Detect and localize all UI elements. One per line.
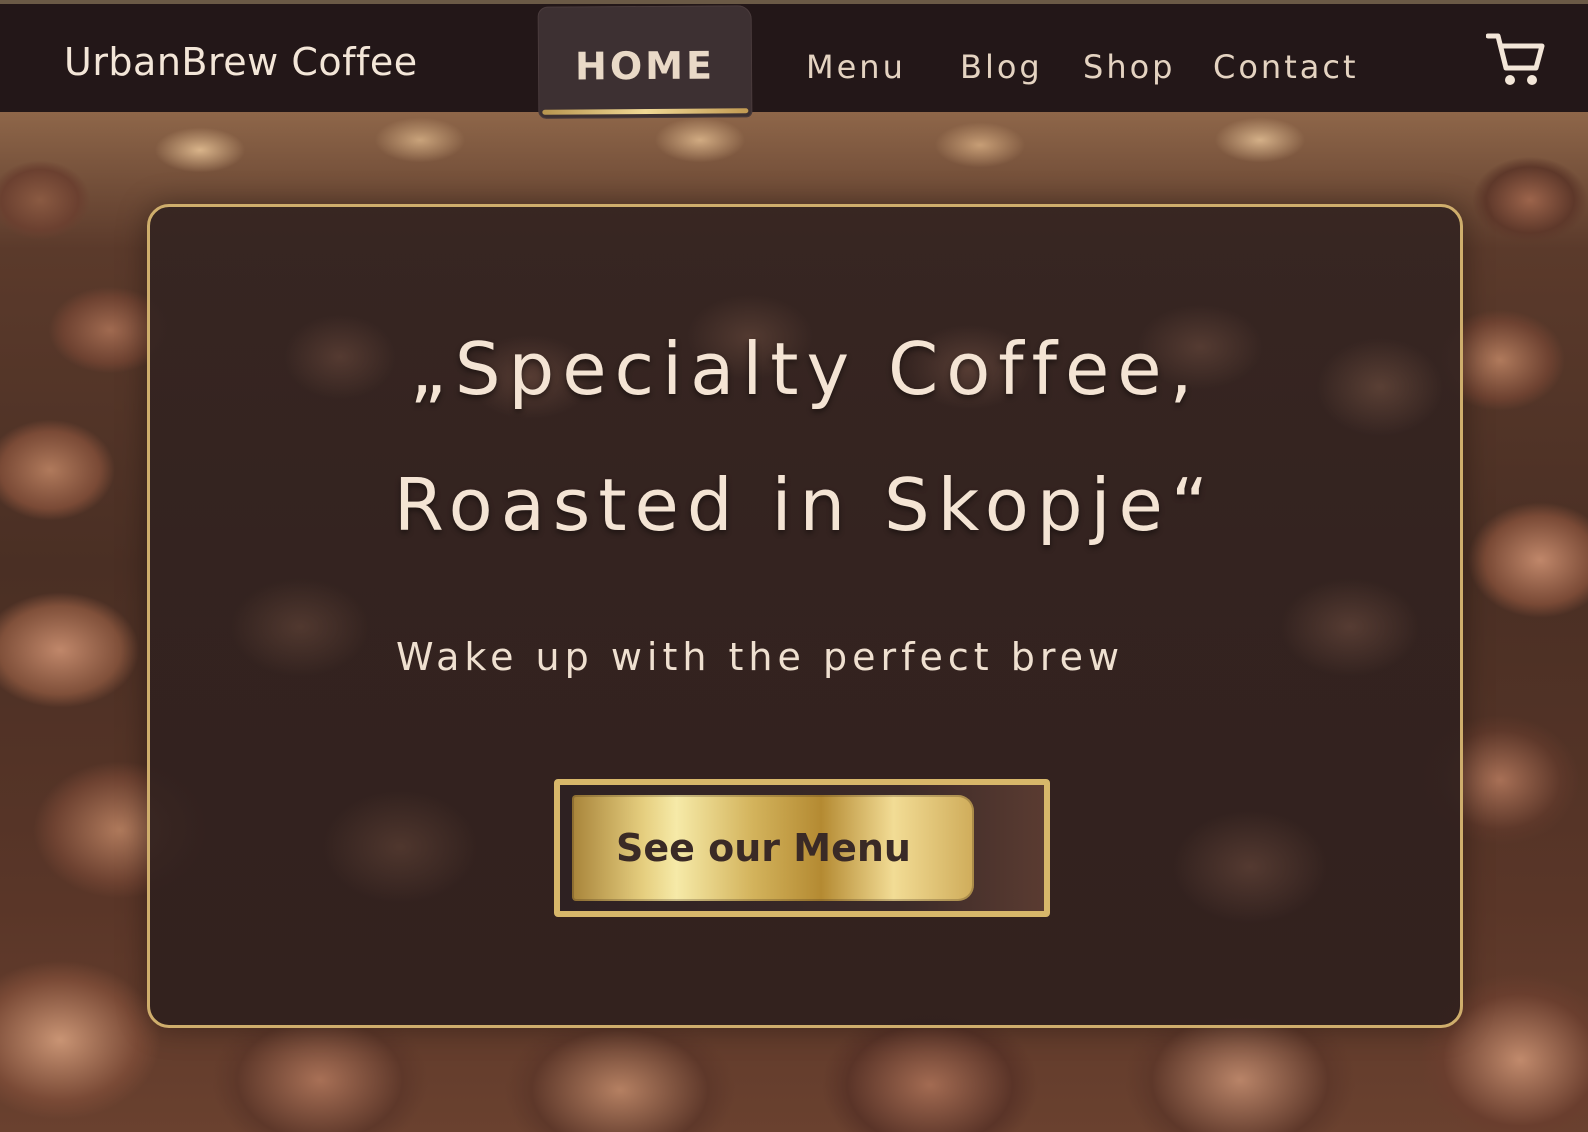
- top-navigation-bar: UrbanBrew Coffee HOME Menu Blog Shop Con…: [0, 0, 1588, 119]
- nav-item-blog[interactable]: Blog: [960, 48, 1043, 86]
- cta-button-frame: See our Menu: [554, 779, 1050, 917]
- nav-item-home[interactable]: HOME: [537, 5, 753, 119]
- brand-logo-text[interactable]: UrbanBrew Coffee: [64, 40, 418, 84]
- hero-card: „Specialty Coffee, Roasted in Skopje“ Wa…: [147, 204, 1463, 1028]
- page: UrbanBrew Coffee HOME Menu Blog Shop Con…: [0, 0, 1588, 1132]
- hero-headline-line-2: Roasted in Skopje“: [393, 463, 1217, 547]
- nav-item-home-label: HOME: [574, 43, 716, 89]
- cart-icon[interactable]: [1485, 32, 1546, 88]
- active-nav-underline: [542, 108, 749, 115]
- see-our-menu-button[interactable]: See our Menu: [572, 795, 974, 901]
- nav-item-menu[interactable]: Menu: [806, 48, 906, 86]
- nav-item-shop[interactable]: Shop: [1083, 48, 1175, 86]
- hero-headline-line-1: „Specialty Coffee,: [409, 327, 1201, 411]
- nav-item-contact[interactable]: Contact: [1213, 48, 1359, 86]
- hero-subline: Wake up with the perfect brew: [396, 635, 1125, 679]
